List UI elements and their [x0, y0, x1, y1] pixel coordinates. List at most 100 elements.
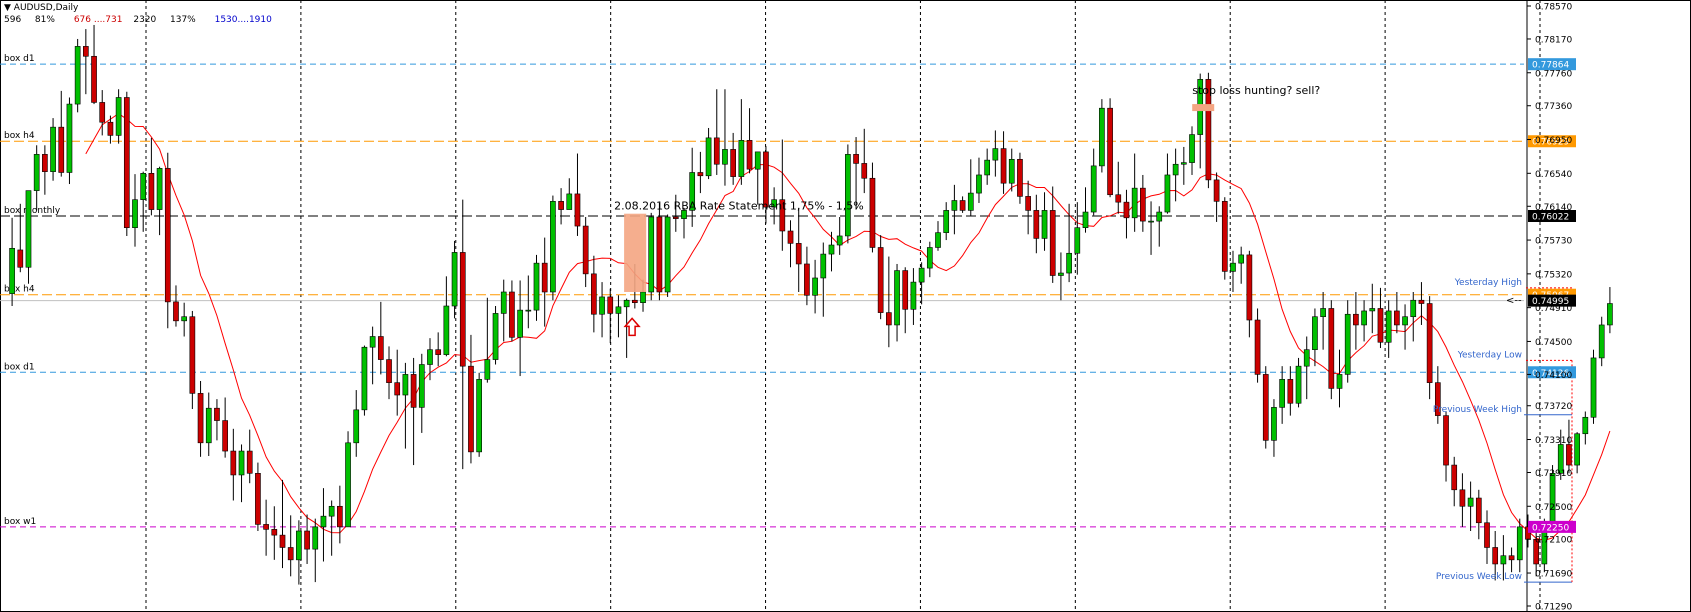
stats-row: 596 81% 676 ....731 2320 137% 1530....19… — [4, 14, 280, 26]
stat-d: 1530....1910 — [214, 15, 272, 25]
candle-body — [1377, 308, 1384, 343]
candle-body — [230, 450, 237, 476]
candle-body — [410, 374, 417, 408]
bear-candle — [83, 29, 89, 95]
candle-body — [746, 140, 753, 170]
bear-candle — [1213, 172, 1220, 222]
bull-candle — [1008, 148, 1015, 192]
bull-candle — [599, 282, 605, 338]
bull-candle — [1336, 349, 1343, 408]
bull-candle — [1410, 291, 1417, 342]
bull-candle — [738, 99, 745, 185]
bear-candle — [886, 256, 892, 348]
candle-body — [500, 291, 507, 314]
bull-candle — [1279, 366, 1285, 424]
candle-body — [943, 210, 950, 233]
y-tick-label: 0.71290 — [1535, 603, 1572, 612]
candle-body — [812, 277, 818, 296]
bear-candle — [123, 91, 130, 236]
bull-candle — [427, 338, 433, 381]
bull-candle — [9, 217, 15, 306]
candle-body — [935, 232, 941, 248]
bear-candle — [287, 515, 294, 577]
candle-body — [566, 193, 573, 210]
bull-candle — [533, 254, 540, 321]
candle-body — [181, 316, 188, 322]
level-price-label: 0.72250 — [1532, 523, 1569, 533]
bull-candle — [1361, 300, 1367, 342]
bull-candle — [1238, 246, 1245, 284]
bull-candle — [156, 166, 163, 236]
bull-candle — [705, 127, 712, 180]
candle-body — [550, 201, 556, 293]
candle-body — [214, 407, 220, 421]
candle-body — [1410, 299, 1417, 318]
candle-body — [599, 296, 605, 315]
price-chart[interactable]: box d1 box h4 box monthly box h4 box d1 box w… — [0, 0, 1691, 612]
bull-candle — [1041, 192, 1048, 251]
candle-body — [861, 163, 868, 179]
bull-candle — [894, 263, 900, 342]
bull-candle — [1180, 146, 1187, 185]
bear-candle — [435, 332, 442, 367]
bull-candle — [320, 488, 327, 562]
candle-body — [238, 450, 245, 476]
bear-candle — [394, 349, 401, 416]
candle-body — [1164, 174, 1171, 213]
bear-candle — [230, 428, 237, 501]
candle-body — [1058, 272, 1064, 276]
bear-candle — [304, 514, 310, 564]
candle-body — [1238, 254, 1245, 264]
candle-body — [910, 281, 917, 310]
candle-body — [959, 200, 966, 211]
bear-candle — [1443, 411, 1449, 482]
candle-body — [91, 55, 97, 103]
bear-candle — [861, 128, 868, 194]
candle-body — [377, 336, 384, 360]
bull-candle — [984, 148, 991, 185]
bull-candle — [1582, 411, 1589, 445]
bull-candle — [1172, 148, 1179, 202]
bear-candle — [787, 220, 794, 268]
bull-candle — [648, 212, 655, 301]
bull-candle — [1164, 153, 1171, 214]
candle-body — [967, 192, 974, 211]
candle-body — [533, 262, 540, 311]
candle-body — [1566, 444, 1572, 466]
symbol-title[interactable]: ▼ AUDUSD,Daily — [4, 2, 280, 14]
bear-candle — [1254, 308, 1261, 383]
bear-candle — [263, 499, 269, 556]
bull-candle — [140, 171, 147, 232]
candle-body — [1418, 299, 1425, 304]
bear-candle — [779, 139, 786, 251]
candle-body — [1148, 220, 1154, 223]
candle-body — [17, 249, 24, 268]
bear-candle — [1107, 98, 1113, 198]
bear-candle — [730, 132, 736, 185]
bull-candle — [484, 297, 491, 383]
bear-candle — [410, 357, 417, 466]
candle-body — [1475, 497, 1482, 524]
bull-candle — [74, 38, 81, 113]
candle-body — [656, 216, 663, 293]
stat-b: 676 ....731 — [73, 15, 123, 25]
candle-body — [664, 216, 671, 293]
y-tick-label: 0.73720 — [1535, 402, 1572, 412]
candle-body — [1271, 407, 1277, 441]
chart-header: ▼ AUDUSD,Daily 596 81% 676 ....731 2320 … — [4, 2, 280, 26]
y-tick-label: 0.75730 — [1535, 237, 1572, 247]
candle-body — [435, 349, 442, 355]
candle-body — [83, 46, 89, 57]
chevron-down-icon[interactable]: ▼ — [4, 3, 11, 13]
bear-candle — [197, 381, 204, 457]
bull-candle — [1082, 187, 1089, 233]
bull-candle — [50, 118, 56, 181]
candle-body — [1443, 415, 1449, 466]
stat-c: 2320 137% — [133, 15, 196, 25]
bear-candle — [246, 429, 253, 484]
bull-candle — [1385, 300, 1392, 358]
bull-candle — [1156, 206, 1163, 247]
candle-body — [1492, 547, 1499, 565]
candle-body — [1000, 148, 1007, 184]
bear-candle — [1426, 296, 1433, 400]
